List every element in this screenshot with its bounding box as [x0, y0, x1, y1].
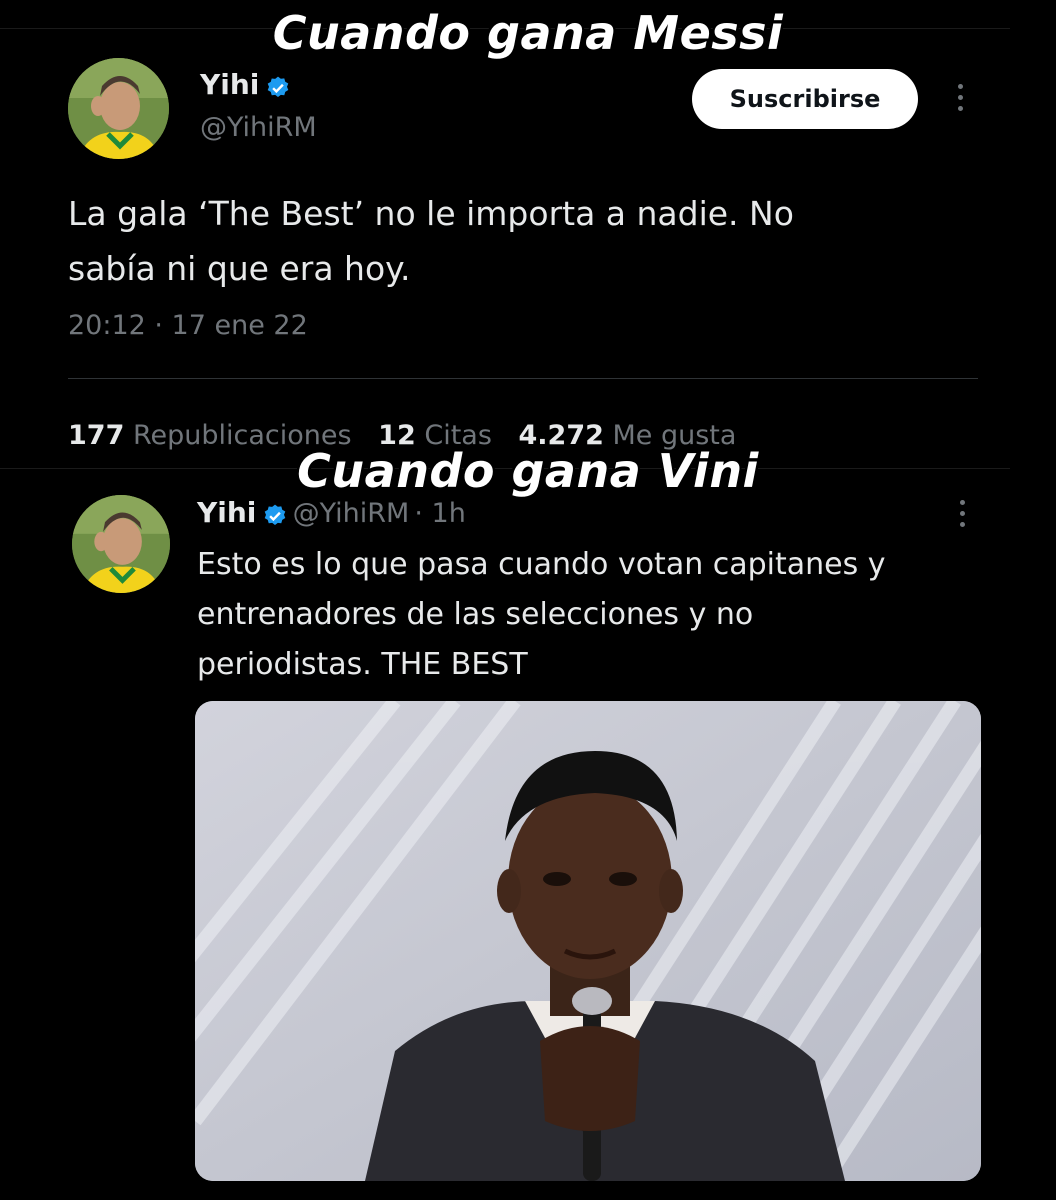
tweet-text-line: entrenadores de las selecciones y no: [197, 597, 754, 632]
more-vertical-icon[interactable]: [955, 84, 965, 111]
avatar-image: [68, 58, 169, 159]
more-vertical-icon[interactable]: [957, 500, 967, 527]
tweet-text: La gala ‘The Best’ no le importa a nadie…: [68, 186, 968, 296]
subscribe-button[interactable]: Suscribirse: [692, 69, 918, 129]
avatar[interactable]: [68, 58, 169, 159]
tweet-text: Esto es lo que pasa cuando votan capitan…: [197, 540, 987, 690]
author-row: Yihi @YihiRM · 1h: [197, 496, 466, 533]
avatar[interactable]: [72, 495, 170, 593]
tweet-photo[interactable]: [195, 701, 981, 1181]
author-row: Yihi: [200, 68, 291, 105]
middle-caption: Cuando gana Vini: [297, 444, 759, 498]
photo-illustration: [195, 701, 981, 1181]
avatar-image: [72, 495, 170, 593]
verified-badge-icon: [262, 503, 288, 533]
time-ago[interactable]: · 1h: [414, 498, 465, 529]
top-caption: Cuando gana Messi: [272, 6, 784, 60]
divider: [68, 378, 978, 379]
author-name[interactable]: Yihi: [200, 68, 259, 101]
tweet-text-line: sabía ni que era hoy.: [68, 249, 411, 288]
author-name[interactable]: Yihi: [197, 496, 256, 529]
author-handle[interactable]: @YihiRM: [200, 112, 317, 143]
tweet-text-line: Esto es lo que pasa cuando votan capitan…: [197, 547, 886, 582]
author-handle[interactable]: @YihiRM: [293, 498, 410, 529]
tweet-text-line: La gala ‘The Best’ no le importa a nadie…: [68, 194, 794, 233]
tweet-text-line: periodistas. THE BEST: [197, 647, 528, 682]
tweet-timestamp[interactable]: 20:12 · 17 ene 22: [68, 310, 308, 341]
verified-badge-icon: [265, 75, 291, 105]
